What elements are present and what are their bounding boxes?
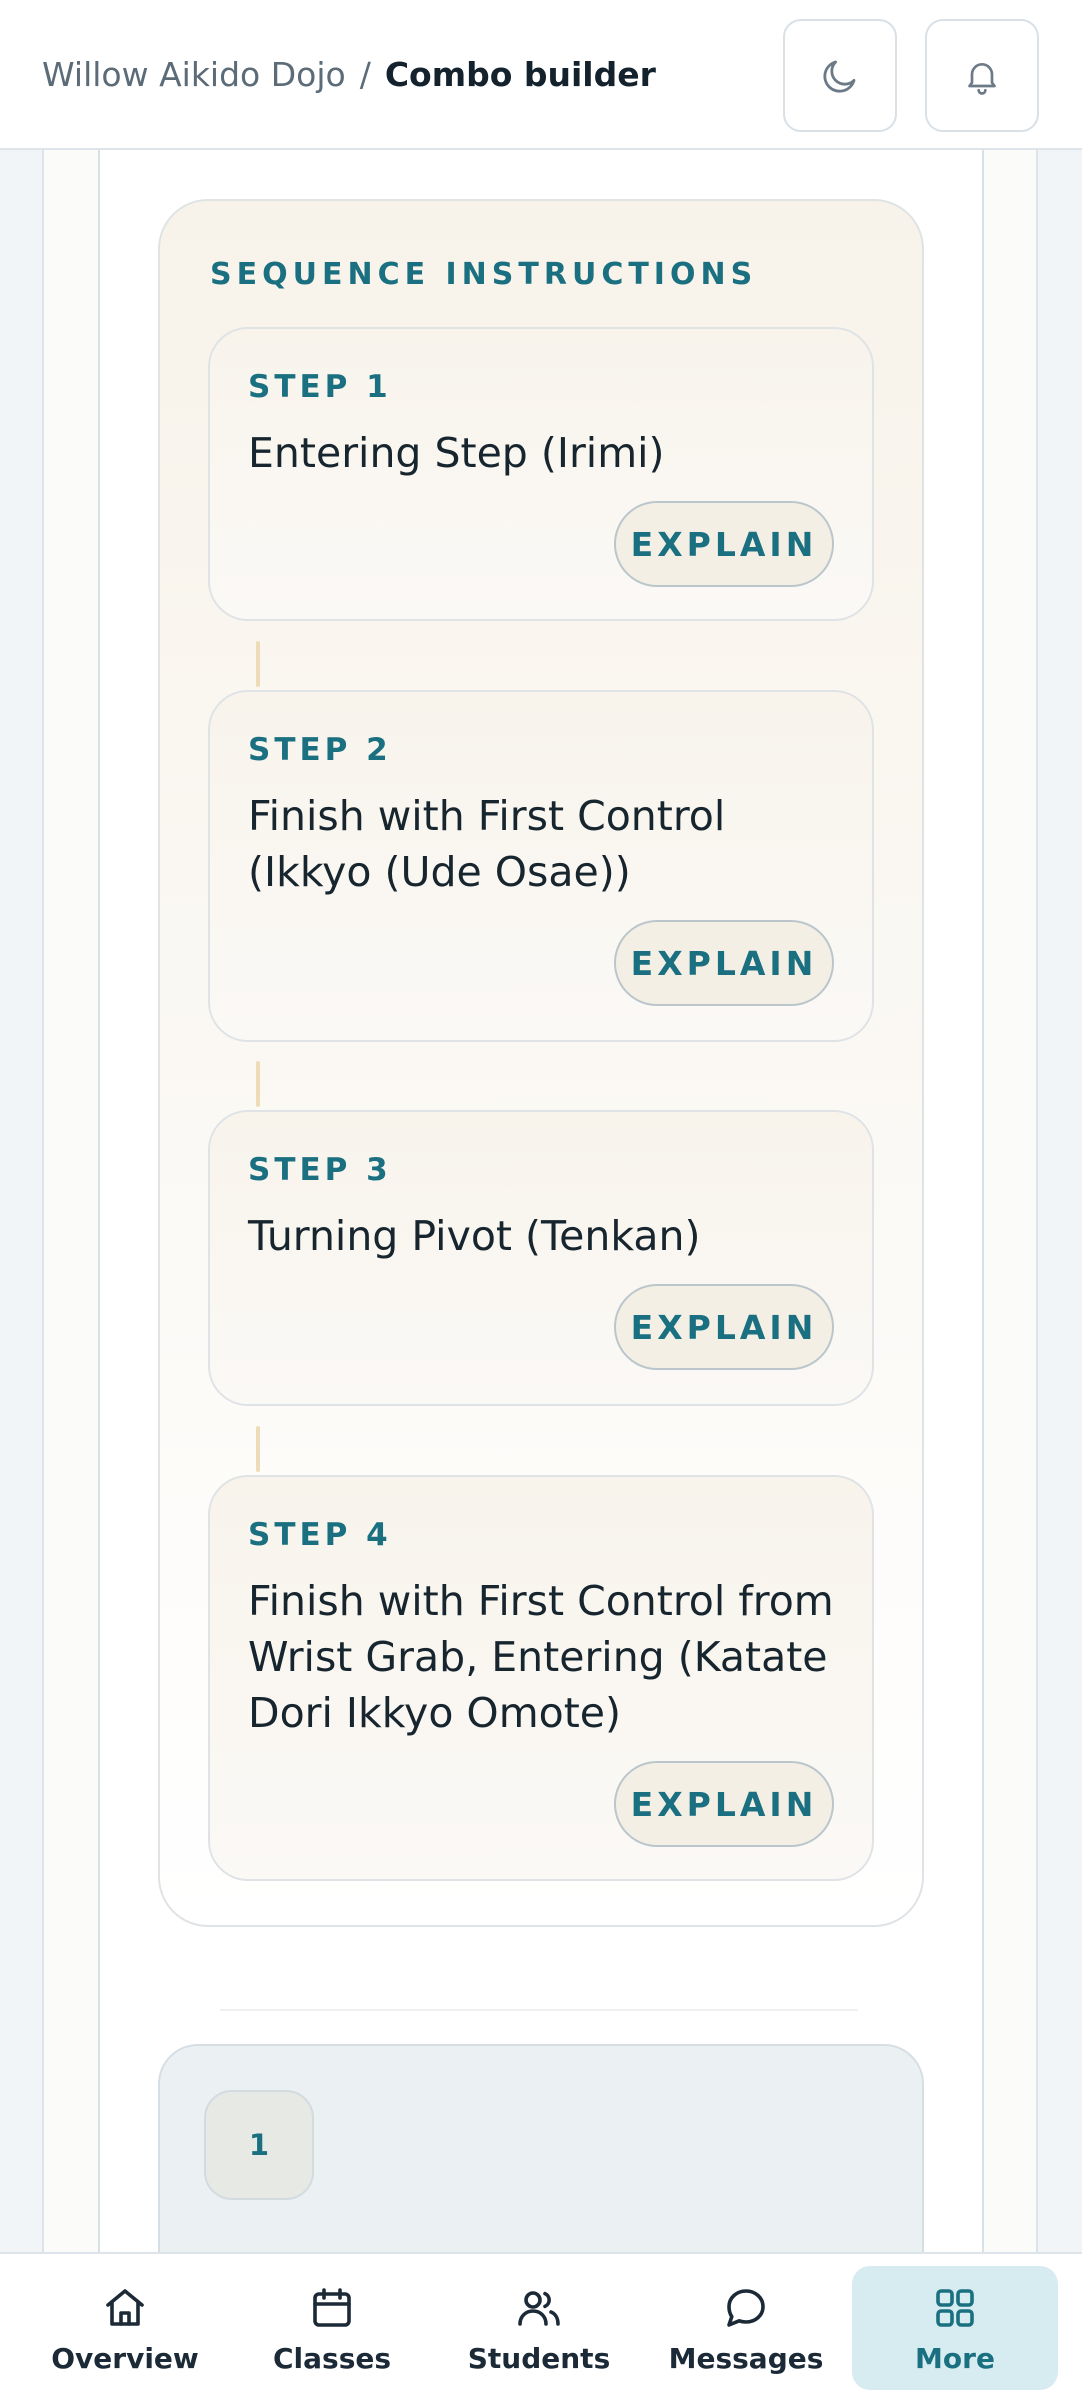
step-card: STEP 3 Turning Pivot (Tenkan) EXPLAIN xyxy=(208,1110,874,1406)
nav-item-more[interactable]: More xyxy=(852,2266,1058,2390)
step-label: STEP 2 xyxy=(248,732,392,768)
nav-label: Classes xyxy=(272,2342,392,2375)
step-card: STEP 1 Entering Step (Irimi) EXPLAIN xyxy=(208,327,874,621)
nav-item-overview[interactable]: Overview xyxy=(22,2266,228,2390)
step-label: STEP 3 xyxy=(248,1152,392,1188)
sequence-title: SEQUENCE INSTRUCTIONS xyxy=(210,257,758,292)
users-icon xyxy=(518,2291,560,2326)
app-page: Willow Aikido Dojo / Combo builder SEQUE… xyxy=(0,0,1082,2402)
nav-label: Students xyxy=(467,2342,611,2375)
step-label: STEP 1 xyxy=(248,369,392,405)
step-connector xyxy=(256,641,260,687)
step-name: Finish with First Control from Wrist Gra… xyxy=(248,1577,834,1737)
breadcrumb-home-link[interactable]: Willow Aikido Dojo xyxy=(42,55,346,94)
nav-label: Overview xyxy=(51,2342,199,2375)
nav-item-classes[interactable]: Classes xyxy=(229,2266,435,2390)
grid-icon xyxy=(936,2289,974,2327)
section-divider xyxy=(220,2009,858,2011)
nav-label: More xyxy=(915,2342,995,2375)
bell-icon xyxy=(968,62,996,95)
calendar-icon xyxy=(313,2288,351,2327)
explain-button[interactable]: EXPLAIN xyxy=(614,1284,834,1370)
home-icon xyxy=(106,2289,144,2326)
step-connector xyxy=(256,1061,260,1107)
step-name: Entering Step (Irimi) xyxy=(248,429,665,477)
nav-item-messages[interactable]: Messages xyxy=(643,2266,849,2390)
explain-button[interactable]: EXPLAIN xyxy=(614,920,834,1006)
step-name: Finish with First Control (Ikkyo (Ude Os… xyxy=(248,792,726,896)
nav-label: Messages xyxy=(668,2342,824,2375)
top-header: Willow Aikido Dojo / Combo builder xyxy=(0,0,1082,150)
explain-button[interactable]: EXPLAIN xyxy=(614,501,834,587)
breadcrumb: Willow Aikido Dojo / Combo builder xyxy=(42,55,656,94)
moon-icon xyxy=(823,60,856,93)
step-card: STEP 2 Finish with First Control (Ikkyo … xyxy=(208,690,874,1042)
nav-item-students[interactable]: Students xyxy=(436,2266,642,2390)
step-label: STEP 4 xyxy=(248,1517,392,1553)
notifications-button[interactable] xyxy=(925,19,1039,132)
step-name: Turning Pivot (Tenkan) xyxy=(248,1212,701,1260)
explain-button[interactable]: EXPLAIN xyxy=(614,1761,834,1847)
breadcrumb-separator: / xyxy=(359,54,371,94)
message-icon xyxy=(727,2289,765,2327)
bottom-nav: Overview Classes Students Messages More xyxy=(0,2252,1082,2402)
number-chip[interactable]: 1 xyxy=(204,2090,314,2200)
sequence-instructions-panel: SEQUENCE INSTRUCTIONS STEP 1 Entering St… xyxy=(158,199,924,1927)
step-connector xyxy=(256,1426,260,1472)
step-card: STEP 4 Finish with First Control from Wr… xyxy=(208,1475,874,1881)
theme-toggle-button[interactable] xyxy=(783,19,897,132)
page-title: Combo builder xyxy=(384,54,656,94)
